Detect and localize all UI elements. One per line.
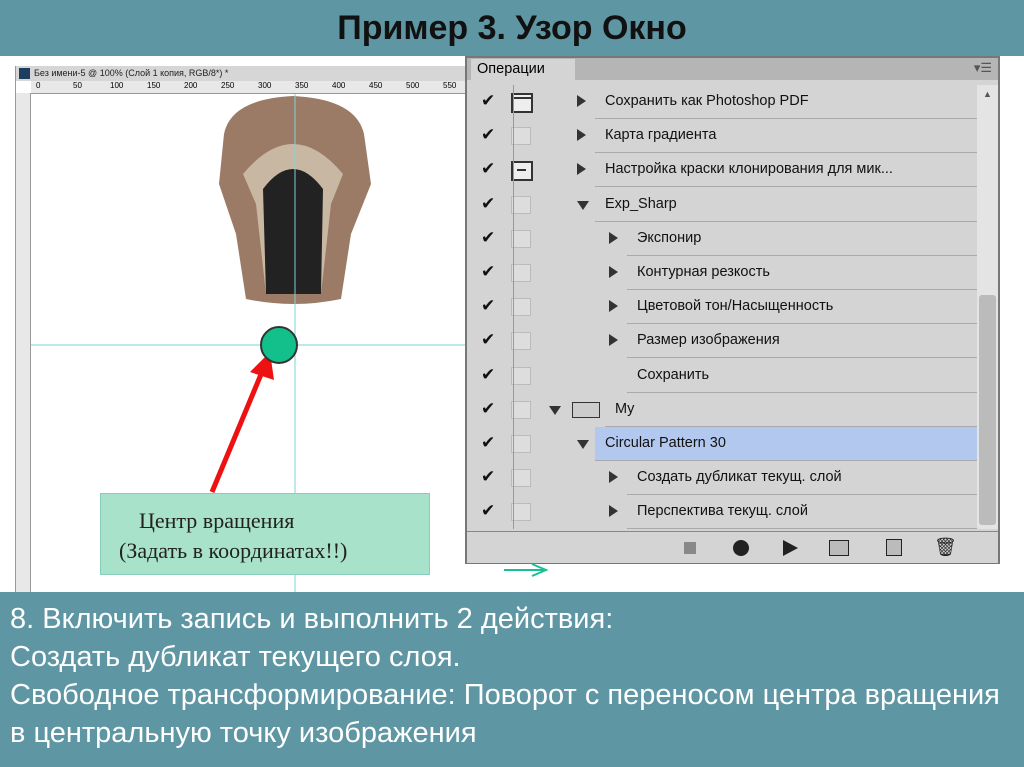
toggle-check-icon[interactable]: ✔ [481,228,495,248]
action-label: Создать дубликат текущ. слой [627,461,977,496]
expand-right-icon[interactable] [609,334,618,347]
toggle-check-icon[interactable]: ✔ [481,501,495,521]
action-row[interactable]: ✔ Контурная резкость [467,256,977,290]
expand-right-icon[interactable] [577,163,586,176]
rotation-center-marker [260,326,298,364]
action-label: Circular Pattern 30 [595,427,977,461]
trash-icon[interactable]: 🗑 [934,537,957,558]
dialog-toggle-icon[interactable] [511,503,531,522]
action-row[interactable]: ✔ Размер изображения [467,324,977,359]
dialog-toggle-icon[interactable] [511,264,531,282]
action-label: Сохранить как Photoshop PDF [595,85,977,119]
callout-box: Центр вращения (Задать в координатах!!) [100,493,430,575]
expand-right-icon[interactable] [609,300,618,313]
stop-icon[interactable] [684,542,696,554]
actions-panel: Операции ▾☰ ✔ Сохранить как Photoshop PDF… [465,56,1000,564]
action-label: Размер изображения [627,324,977,359]
toggle-check-icon[interactable]: ✔ [481,262,495,282]
record-icon[interactable] [733,540,749,556]
play-icon[interactable] [783,540,798,556]
folder-icon [572,401,600,418]
toggle-check-icon[interactable]: ✔ [481,330,495,350]
dialog-toggle-icon[interactable] [511,400,531,419]
action-label: Exp_Sharp [595,188,977,222]
toggle-check-icon[interactable]: ✔ [481,159,495,179]
action-row[interactable]: ✔ Карта градиента [467,119,977,154]
expand-right-icon[interactable] [609,266,618,278]
dialog-toggle-icon[interactable] [511,93,533,113]
tab-actions[interactable]: Операции [471,59,575,81]
expand-right-icon[interactable] [609,471,618,484]
action-row[interactable]: ✔ Сохранить как Photoshop PDF [467,85,977,119]
dialog-toggle-icon[interactable] [511,366,531,385]
red-arrow [209,371,265,493]
dialog-toggle-icon[interactable] [511,195,531,214]
expand-right-icon[interactable] [609,231,618,244]
action-row[interactable]: ✔ Настройка краски клонирования для мик..… [467,153,977,188]
toggle-check-icon[interactable]: ✔ [481,125,495,145]
toggle-check-icon[interactable]: ✔ [481,365,495,385]
scroll-up-icon: ▲ [983,89,992,99]
expand-down-icon[interactable] [577,440,589,449]
action-row[interactable]: ✔ Создать дубликат текущ. слой [467,461,977,496]
action-row[interactable]: ✔ My [467,393,977,427]
instruction-line: Свободное трансформирование: Поворот с п… [10,679,1000,749]
toggle-check-icon[interactable]: ✔ [481,194,495,214]
instruction-line: 8. Включить запись и выполнить 2 действи… [10,603,614,635]
action-label: Настройка краски клонирования для мик... [595,153,977,188]
panel-menu-icon[interactable]: ▾☰ [974,60,992,76]
callout-line2: (Задать в координатах!!) [119,538,348,563]
new-action-icon[interactable] [886,539,902,556]
dialog-toggle-icon[interactable] [511,469,531,488]
new-set-icon[interactable] [829,540,849,556]
action-row[interactable]: ✔ Экспонир [467,222,977,256]
instruction-line: Создать дубликат текущего слоя. [10,641,461,673]
instructions: 8. Включить запись и выполнить 2 действи… [0,592,1024,767]
action-row[interactable]: ✔ Перспектива текущ. слой [467,495,977,530]
dialog-toggle-icon[interactable] [511,332,531,351]
action-label: Экспонир [627,222,977,256]
expand-right-icon[interactable] [577,129,586,142]
dialog-toggle-icon[interactable] [511,298,531,317]
action-label: Цветовой тон/Насыщенность [627,290,977,325]
action-label: Карта градиента [595,119,977,154]
action-row[interactable]: ✔ Сохранить [467,359,977,393]
dialog-toggle-icon[interactable] [511,161,533,182]
scrollbar[interactable]: ▲ [977,85,998,529]
action-row[interactable]: ✔ Exp_Sharp [467,188,977,222]
toggle-check-icon[interactable]: ✔ [481,91,495,111]
action-label: Перспектива текущ. слой [627,495,977,530]
expand-down-icon[interactable] [549,405,561,415]
action-label: My [605,393,977,427]
panel-toolbar: 🗑 [467,531,998,563]
action-label: Сохранить [627,359,977,393]
dialog-toggle-icon[interactable] [511,229,531,248]
toggle-check-icon[interactable]: ✔ [481,467,495,487]
toggle-check-icon[interactable]: ✔ [481,399,495,419]
action-row[interactable]: ✔ Цветовой тон/Насыщенность [467,290,977,325]
scrollbar-thumb[interactable] [979,295,996,525]
toggle-check-icon[interactable]: ✔ [481,296,495,316]
action-label: Контурная резкость [627,256,977,290]
expand-right-icon[interactable] [609,505,618,518]
expand-right-icon[interactable] [577,95,586,107]
dialog-toggle-icon[interactable] [511,435,531,453]
actions-list: ✔ Сохранить как Photoshop PDF ✔ Карта гради… [467,85,977,530]
dialog-toggle-icon[interactable] [511,127,531,146]
toggle-check-icon[interactable]: ✔ [481,433,495,453]
callout-line1: Центр вращения [139,508,295,533]
action-row[interactable]: ✔ Circular Pattern 30 [467,427,977,461]
cursor-arrow-icon [504,563,549,577]
expand-down-icon[interactable] [577,200,589,210]
